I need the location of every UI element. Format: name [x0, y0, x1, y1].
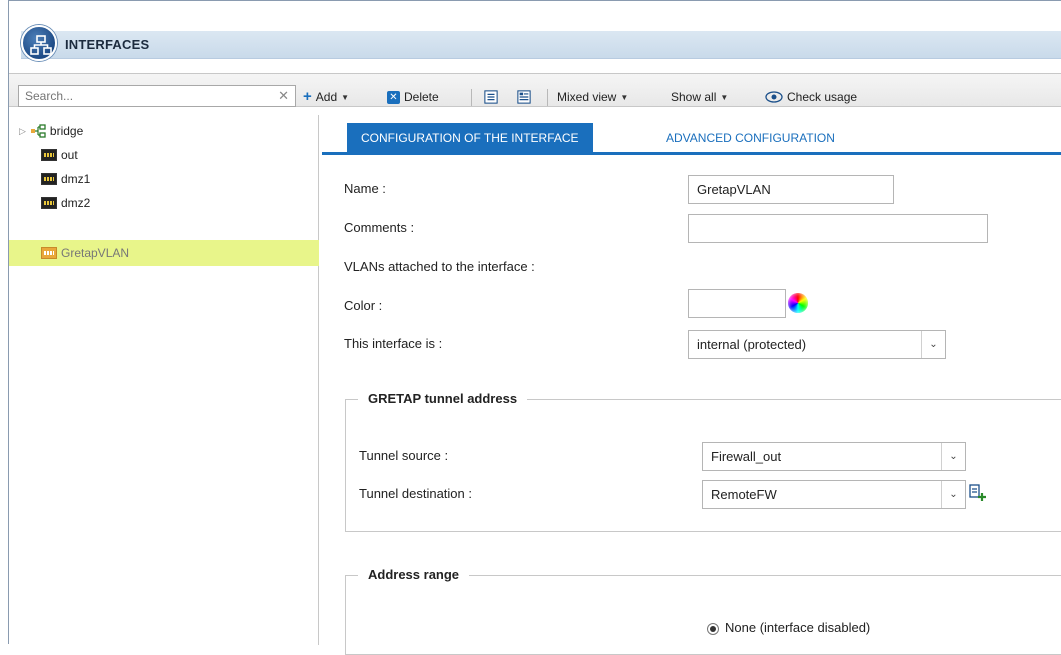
toolbar: ✕ + Add ▼ ✕ Delete Mixed — [9, 73, 1061, 107]
delete-icon: ✕ — [387, 90, 400, 104]
bridge-icon — [30, 124, 46, 138]
caret-down-icon: ▼ — [620, 92, 629, 102]
page-title: INTERFACES — [65, 37, 150, 52]
clear-search-icon[interactable]: ✕ — [278, 88, 289, 104]
address-range-legend: Address range — [358, 567, 470, 582]
tree-item-bridge[interactable]: ▷ bridge — [19, 121, 83, 141]
chevron-down-icon: ⌄ — [941, 481, 965, 508]
list-view-button[interactable] — [484, 90, 498, 104]
tab-bar: CONFIGURATION OF THE INTERFACE ADVANCED … — [322, 123, 1061, 155]
color-field[interactable] — [688, 289, 786, 318]
title-strip — [21, 31, 1061, 59]
gretap-icon — [41, 247, 57, 259]
tunnel-source-select[interactable]: Firewall_out ⌄ — [702, 442, 966, 471]
none-option-label: None (interface disabled) — [725, 620, 871, 635]
caret-down-icon: ▼ — [720, 92, 729, 102]
plus-icon: + — [303, 88, 312, 105]
interface-tree: ▷ bridge out dmz1 dmz2 GretapVLAN — [9, 115, 319, 645]
tree-item-gretapvlan[interactable]: GretapVLAN — [9, 240, 319, 266]
expand-arrow-icon[interactable]: ▷ — [19, 126, 26, 137]
tree-item-out[interactable]: out — [41, 145, 78, 165]
tunnel-source-value: Firewall_out — [711, 449, 782, 464]
add-label: Add — [315, 90, 338, 104]
tree-item-label: dmz1 — [61, 172, 91, 186]
caret-down-icon: ▼ — [341, 92, 350, 102]
network-card-icon — [41, 149, 57, 161]
chevron-down-icon: ⌄ — [941, 443, 965, 470]
tunnel-source-label: Tunnel source : — [359, 448, 449, 463]
tab-configuration[interactable]: CONFIGURATION OF THE INTERFACE — [347, 123, 593, 153]
interface-type-select[interactable]: internal (protected) ⌄ — [688, 330, 946, 359]
detail-view-button[interactable] — [517, 90, 531, 104]
tab-advanced-configuration[interactable]: ADVANCED CONFIGURATION — [652, 123, 849, 153]
detail-view-icon — [517, 90, 531, 104]
mixed-view-label: Mixed view — [557, 90, 617, 104]
delete-label: Delete — [404, 90, 439, 104]
tree-item-dmz1[interactable]: dmz1 — [41, 169, 90, 189]
toolbar-divider — [547, 89, 548, 106]
comments-label: Comments : — [344, 220, 415, 235]
eye-icon — [765, 91, 783, 103]
tree-item-label: bridge — [49, 124, 84, 138]
tunnel-destination-label: Tunnel destination : — [359, 486, 472, 501]
show-all-label: Show all — [671, 90, 717, 104]
check-usage-label: Check usage — [787, 90, 858, 104]
tree-item-label: dmz2 — [61, 196, 91, 210]
color-label: Color : — [344, 298, 383, 313]
color-picker-icon[interactable] — [788, 293, 808, 313]
tree-item-label: GretapVLAN — [61, 246, 130, 260]
delete-button[interactable]: ✕ Delete — [387, 90, 439, 104]
network-card-icon — [41, 197, 57, 209]
network-card-icon — [41, 173, 57, 185]
tunnel-destination-value: RemoteFW — [711, 487, 777, 502]
interface-type-value: internal (protected) — [697, 337, 807, 352]
tree-item-label: out — [61, 148, 78, 162]
interfaces-icon — [21, 25, 57, 61]
mixed-view-dropdown[interactable]: Mixed view ▼ — [557, 90, 628, 104]
list-view-icon — [484, 90, 498, 104]
add-object-icon[interactable] — [968, 483, 988, 503]
name-label: Name : — [344, 181, 386, 196]
tree-item-dmz2[interactable]: dmz2 — [41, 193, 90, 213]
app-window: INTERFACES ✕ + Add ▼ ✕ Delete — [8, 0, 1061, 655]
none-radio[interactable] — [707, 623, 719, 635]
interface-type-label: This interface is : — [344, 336, 443, 351]
comments-field[interactable] — [688, 214, 988, 243]
chevron-down-icon: ⌄ — [921, 331, 945, 358]
gretap-legend: GRETAP tunnel address — [358, 391, 528, 406]
toolbar-divider — [471, 89, 472, 106]
name-field[interactable]: GretapVLAN — [688, 175, 894, 204]
vlans-label: VLANs attached to the interface : — [344, 259, 535, 274]
add-button[interactable]: + Add ▼ — [303, 88, 350, 105]
title-bar: INTERFACES — [9, 1, 1061, 71]
search-input[interactable] — [19, 86, 259, 106]
show-all-dropdown[interactable]: Show all ▼ — [671, 90, 728, 104]
check-usage-button[interactable]: Check usage — [765, 90, 857, 104]
search-box: ✕ — [18, 85, 296, 107]
tunnel-destination-select[interactable]: RemoteFW ⌄ — [702, 480, 966, 509]
address-range-fieldset: Address range — [345, 567, 1061, 655]
